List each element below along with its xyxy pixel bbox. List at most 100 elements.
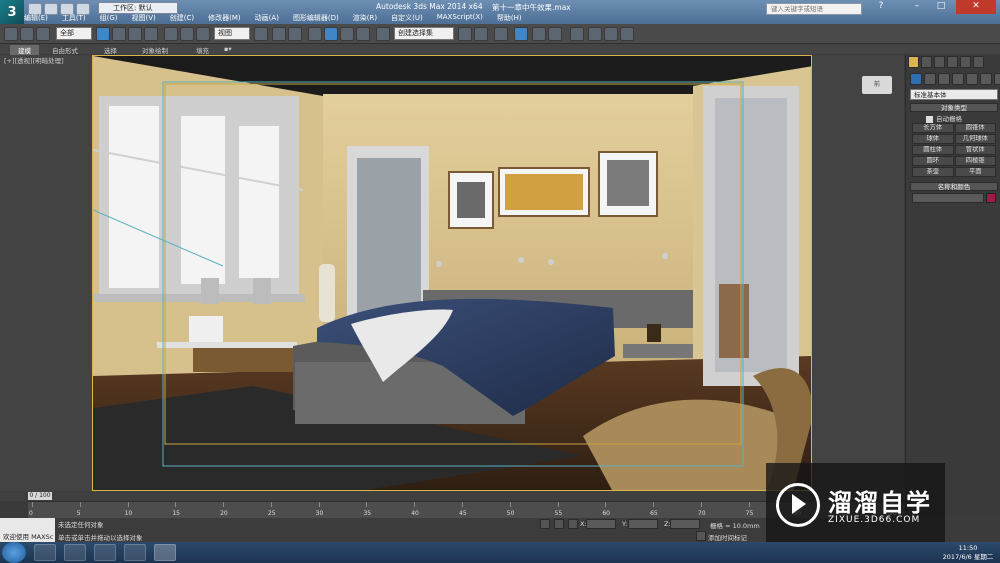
menu-item[interactable]: 组(G) (100, 13, 118, 24)
selection-filter-select[interactable]: 全部 (56, 27, 92, 40)
pyramid-button[interactable]: 四棱锥 (954, 156, 996, 166)
search-input[interactable]: 键入关键字或短语 (766, 3, 862, 15)
rendered-frame-window-icon[interactable] (604, 27, 618, 41)
time-tag-icon[interactable] (696, 531, 706, 541)
close-button[interactable]: ✕ (956, 0, 996, 14)
align-icon[interactable] (474, 27, 488, 41)
primitive-category-select[interactable]: 标准基本体 (910, 89, 998, 100)
file-explorer-icon[interactable] (94, 544, 116, 561)
rect-region-icon[interactable] (128, 27, 142, 41)
maximize-button[interactable]: □ (930, 0, 952, 14)
torus-button[interactable]: 圆环 (912, 156, 954, 166)
schematic-view-icon[interactable] (548, 27, 562, 41)
render-setup-icon[interactable] (588, 27, 602, 41)
absolute-mode-icon[interactable] (568, 519, 578, 529)
chrome-icon[interactable] (124, 544, 146, 561)
menu-item[interactable]: 工具(T) (62, 13, 86, 24)
app-logo-icon[interactable]: 3 (0, 0, 24, 24)
y-coord-input[interactable] (628, 519, 658, 529)
ribbon-tab-selection[interactable]: 选择 (104, 45, 117, 55)
create-tab-icon[interactable] (908, 56, 919, 68)
bind-spacewarp-icon[interactable] (36, 27, 50, 41)
shapes-icon[interactable] (924, 73, 936, 85)
utilities-tab-icon[interactable] (973, 56, 984, 68)
menu-item[interactable]: 自定义(U) (391, 13, 423, 24)
unlink-icon[interactable] (20, 27, 34, 41)
minimize-button[interactable]: – (906, 0, 928, 14)
named-selection-select[interactable]: 创建选择集 (394, 27, 454, 40)
plane-button[interactable]: 平面 (954, 167, 996, 177)
select-manipulate-icon[interactable] (272, 27, 286, 41)
menu-item[interactable]: 动画(A) (255, 13, 279, 24)
ribbon-toggle-icon[interactable]: ▪▾ (224, 45, 232, 53)
menu-item[interactable]: 渲染(R) (353, 13, 377, 24)
rotate-icon[interactable] (180, 27, 194, 41)
move-icon[interactable] (164, 27, 178, 41)
render-production-icon[interactable] (620, 27, 634, 41)
object-color-swatch[interactable] (986, 193, 996, 203)
name-color-rollout-title[interactable]: 名称和颜色 (910, 182, 998, 191)
menu-item[interactable]: 视图(V) (132, 13, 156, 24)
box-button[interactable]: 长方体 (912, 123, 954, 133)
keyboard-shortcut-icon[interactable] (288, 27, 302, 41)
menu-item[interactable]: 编辑(E) (24, 13, 48, 24)
ribbon-tab-freeform[interactable]: 自由形式 (52, 45, 78, 55)
minicurve-toggle[interactable] (0, 501, 28, 518)
display-tab-icon[interactable] (960, 56, 971, 68)
ribbon-tab-modeling[interactable]: 建模 (10, 45, 39, 55)
spinner-snap-icon[interactable] (356, 27, 370, 41)
graphite-ribbon-icon[interactable] (514, 27, 528, 41)
link-icon[interactable] (4, 27, 18, 41)
systems-icon[interactable] (994, 73, 1000, 85)
ribbon-tab-populate[interactable]: 填充 (196, 45, 209, 55)
reference-coord-select[interactable]: 视图 (214, 27, 250, 40)
spacewarps-icon[interactable] (980, 73, 992, 85)
cameras-icon[interactable] (952, 73, 964, 85)
wechat-icon[interactable] (64, 544, 86, 561)
pivot-center-icon[interactable] (254, 27, 268, 41)
object-type-rollout-title[interactable]: 对象类型 (910, 103, 998, 112)
start-button-icon[interactable] (2, 542, 26, 563)
menu-item[interactable]: 帮助(H) (497, 13, 522, 24)
mirror-icon[interactable] (458, 27, 472, 41)
x-coord-input[interactable] (586, 519, 616, 529)
viewcube[interactable]: 前 (862, 76, 892, 94)
tube-button[interactable]: 管状体 (954, 145, 996, 155)
ribbon-tab-object-paint[interactable]: 对象绘制 (142, 45, 168, 55)
isolate-selection-icon[interactable] (554, 519, 564, 529)
curve-editor-icon[interactable] (532, 27, 546, 41)
motion-tab-icon[interactable] (947, 56, 958, 68)
sphere-button[interactable]: 球体 (912, 134, 954, 144)
select-by-name-icon[interactable] (112, 27, 126, 41)
object-name-input[interactable] (912, 193, 984, 203)
helpers-icon[interactable] (966, 73, 978, 85)
menu-item[interactable]: 创建(C) (170, 13, 194, 24)
time-slider-thumb[interactable]: 0 / 100 (28, 492, 52, 500)
snaps-toggle-icon[interactable] (308, 27, 322, 41)
z-coord-input[interactable] (670, 519, 700, 529)
edit-named-selection-icon[interactable] (376, 27, 390, 41)
layer-manager-icon[interactable] (494, 27, 508, 41)
perspective-viewport[interactable] (92, 55, 812, 491)
menu-item[interactable]: MAXScript(X) (437, 13, 483, 24)
menu-item[interactable]: 图形编辑器(D) (293, 13, 339, 24)
maxscript-listener[interactable]: 欢迎使用 MAXSc (0, 518, 55, 542)
add-time-tag[interactable]: 添加时间标记 (708, 532, 747, 542)
hierarchy-tab-icon[interactable] (934, 56, 945, 68)
percent-snap-icon[interactable] (340, 27, 354, 41)
select-object-icon[interactable] (96, 27, 110, 41)
scale-icon[interactable] (196, 27, 210, 41)
lights-icon[interactable] (938, 73, 950, 85)
autogrid-checkbox[interactable]: 自动栅格 (926, 113, 962, 123)
system-clock[interactable]: 11:50 2017/6/6 星期二 (938, 544, 998, 562)
help-icon[interactable]: ? (870, 0, 892, 14)
viewport-label[interactable]: [+][透视][明暗处理] (4, 55, 64, 65)
lock-selection-icon[interactable] (540, 519, 550, 529)
material-editor-icon[interactable] (570, 27, 584, 41)
3dsmax-taskbar-icon[interactable] (154, 544, 176, 561)
geosphere-button[interactable]: 几何球体 (954, 134, 996, 144)
cone-button[interactable]: 圆锥体 (954, 123, 996, 133)
angle-snap-icon[interactable] (324, 27, 338, 41)
ie-browser-icon[interactable] (34, 544, 56, 561)
menu-item[interactable]: 修改器(M) (208, 13, 241, 24)
